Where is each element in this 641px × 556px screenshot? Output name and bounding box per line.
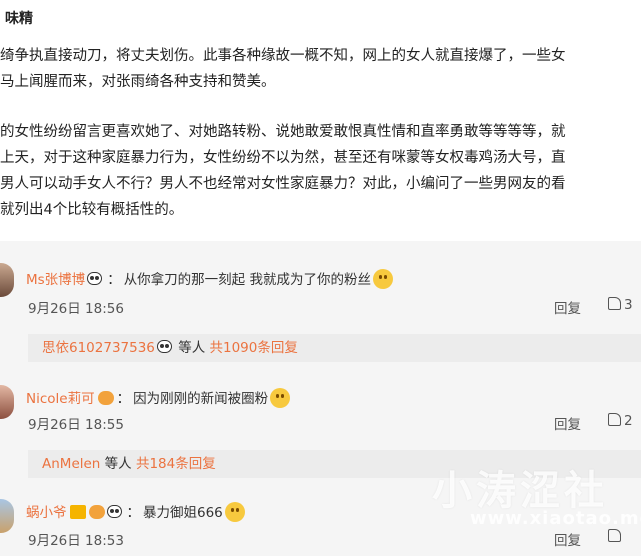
comment-header: Nicole莉可 ：因为刚刚的新闻被圈粉 [26,387,291,408]
comment-header: Ms张博博 ：从你拿刀的那一刻起 我就成为了你的粉丝 [26,268,393,289]
avatar[interactable] [0,385,14,419]
smile-emoji-icon [372,269,393,289]
reply-button[interactable]: 回复 [554,413,581,433]
like-count: 3 [624,297,633,313]
comment-text: 因为刚刚的新闻被圈粉 [133,391,269,407]
watermark-url: www.xiaotao.me [470,508,641,529]
avatar[interactable] [0,499,14,533]
paragraph-line: 就列出4个比较有概括性的。 [0,202,184,218]
panda-icon [156,340,172,353]
comment-time: 9月26日 18:56 [28,301,124,317]
sub-reply-mid: 等人 [104,456,132,472]
member-badge-icon [88,505,105,519]
sub-reply-author[interactable]: AnMelen [42,456,100,472]
paragraph-line: 的女性纷纷留言更喜欢她了、对她路转粉、说她敢爱敢恨真性情和直率勇敢等等等等，就 [0,124,566,140]
sub-reply-summary[interactable]: 思依6102737536 等人 共1090条回复 [28,334,641,362]
comment-colon: ： [107,272,121,288]
panda-icon [87,272,103,285]
comment-time: 9月26日 18:53 [28,533,124,549]
sub-reply-count[interactable]: 共184条回复 [136,456,216,472]
comment-text: 暴力御姐666 [143,505,223,521]
sub-reply-mid: 等人 [178,340,206,356]
sub-reply-count[interactable]: 共1090条回复 [210,340,298,356]
sub-reply-author[interactable]: 思依6102737536 [42,340,155,356]
comment-time: 9月26日 18:55 [28,417,124,433]
paragraph-line: 绮争执直接动刀，将丈夫划伤。此事各种缘故一概不知，网上的女人就直接爆了，一些女 [0,48,566,64]
article-paragraph-1: 绮争执直接动刀，将丈夫划伤。此事各种缘故一概不知，网上的女人就直接爆了，一些女 … [0,43,641,95]
paragraph-line: 上天，对于这种家庭暴力行为，女性纷纷不以为然，甚至还有咪蒙等女权毒鸡汤大号，直 [0,150,566,166]
comment-header: 蜗小爷 ：暴力御姐666 [26,501,245,522]
thumbs-up-icon [608,529,621,542]
like-button[interactable] [608,529,624,545]
dog-emoji-icon [224,502,245,522]
paragraph-line: 马上闻腥而来，对张雨绮各种支持和赞美。 [0,74,276,90]
comment-colon: ： [126,505,141,521]
member-badge-icon [97,391,114,405]
like-button[interactable]: 2 [608,413,633,429]
comment-author[interactable]: 蜗小爷 [26,505,67,521]
avatar[interactable] [0,263,14,297]
article-paragraph-2: 的女性纷纷留言更喜欢她了、对她路转粉、说她敢爱敢恨真性情和直率勇敢等等等等，就 … [0,119,641,223]
comment-text: 从你拿刀的那一刻起 我就成为了你的粉丝 [123,272,371,288]
paragraph-line: 男人可以动手女人不行？男人不也经常对女性家庭暴力？对此，小编问了一些男网友的看 [0,176,566,192]
article-source: 味精 [5,11,33,27]
comment-author[interactable]: Ms张博博 [26,272,85,288]
reply-button[interactable]: 回复 [554,529,581,549]
thumbs-up-icon [608,413,621,426]
vip-v-icon [69,505,86,519]
like-button[interactable]: 3 [608,297,633,313]
like-count: 2 [624,413,633,429]
comment-colon: ： [116,391,131,407]
reply-button[interactable]: 回复 [554,297,581,317]
thumbs-up-icon [608,297,621,310]
dog-emoji-icon [270,388,291,408]
comment-author[interactable]: Nicole莉可 [26,391,95,407]
panda-icon [106,505,122,518]
